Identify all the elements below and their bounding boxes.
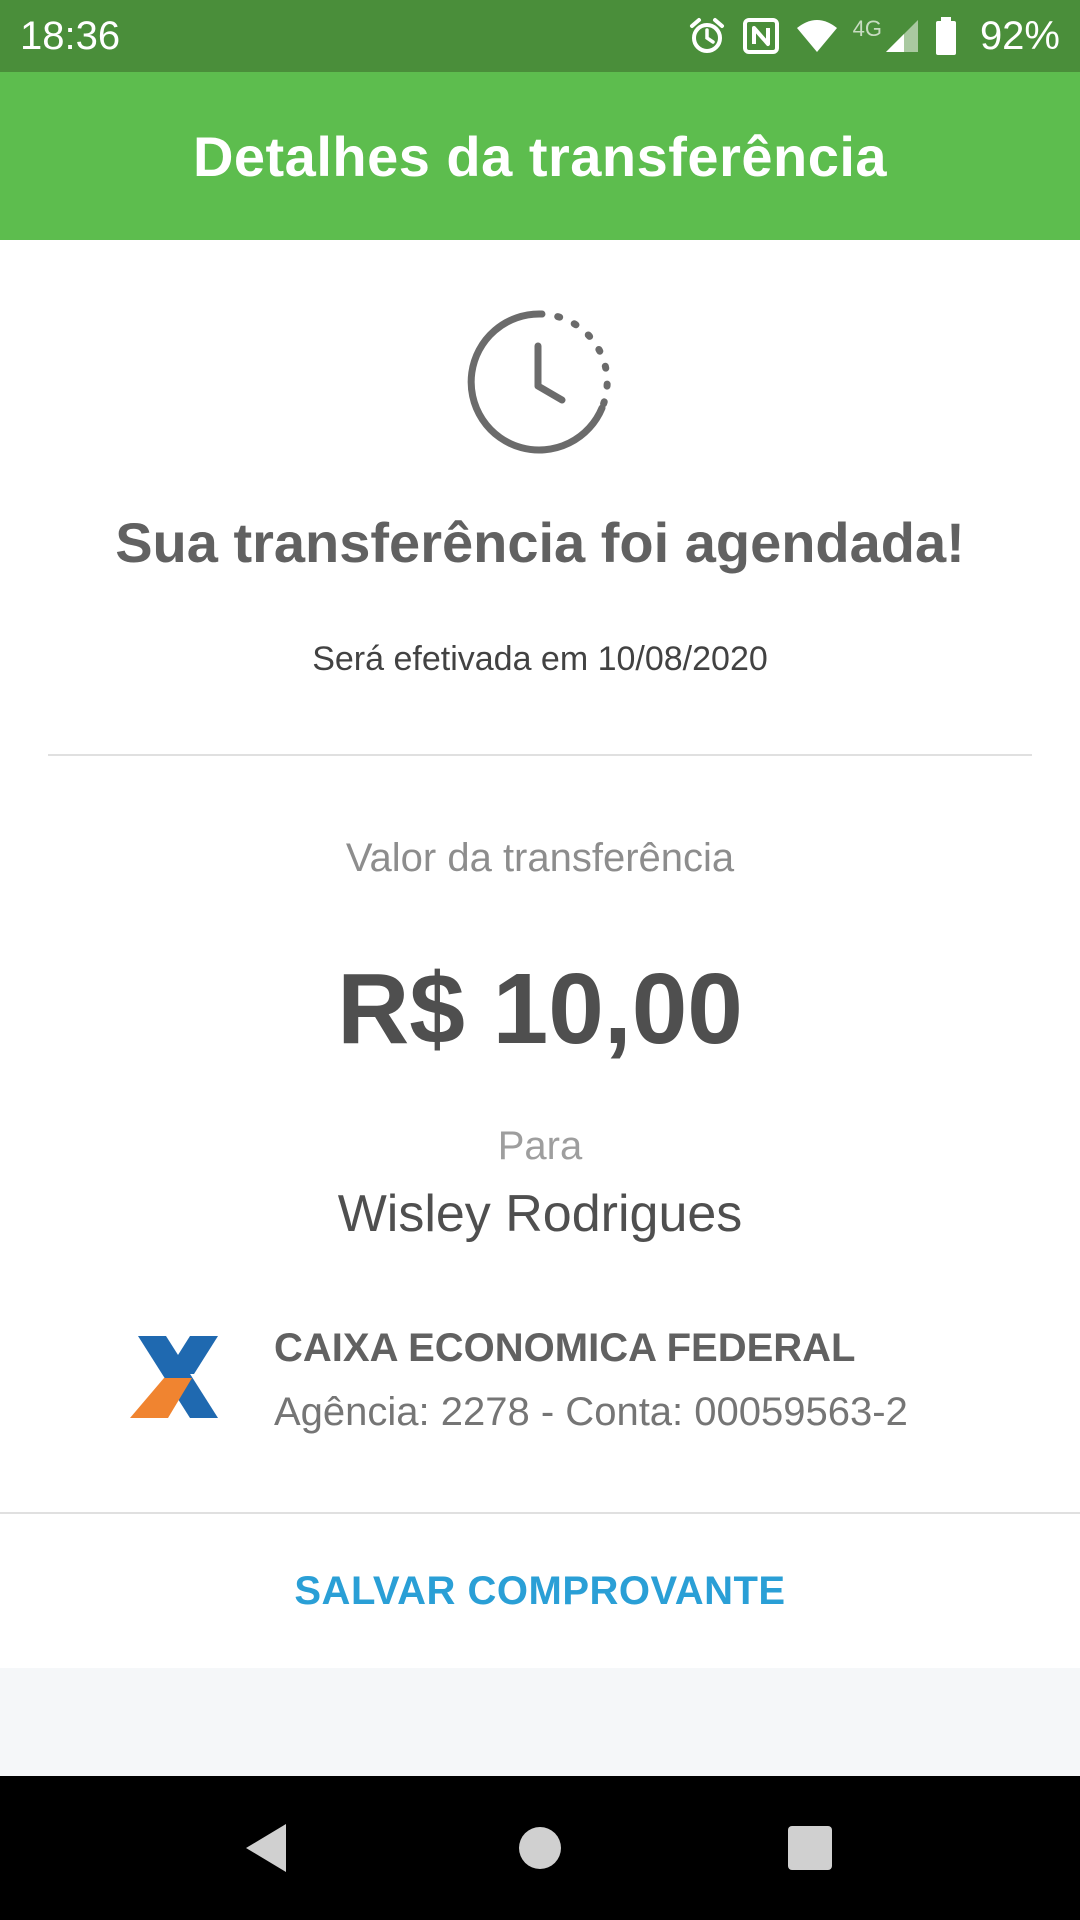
home-icon[interactable] (508, 1816, 572, 1880)
app-bar: Detalhes da transferência (0, 72, 1080, 240)
page-title: Detalhes da transferência (192, 124, 888, 188)
save-receipt-button[interactable]: SALVAR COMPROVANTE (0, 1514, 1080, 1668)
scheduled-date-text: Será efetivada em 10/08/2020 (312, 640, 768, 678)
battery-icon (935, 17, 956, 55)
nfc-icon (742, 18, 779, 54)
divider (48, 754, 1032, 756)
bank-account: Agência: 2278 - Conta: 00059563-2 (274, 1390, 908, 1434)
status-time: 18:36 (20, 13, 121, 58)
network-type: 4G (852, 16, 882, 41)
status-headline: Sua transferência foi agendada! (115, 511, 965, 574)
transfer-details: Sua transferência foi agendada! Será efe… (0, 240, 1080, 1668)
caixa-logo (130, 1336, 218, 1418)
system-nav-bar (0, 1776, 1080, 1920)
clock-icon (467, 310, 611, 454)
recipient-label: Para (497, 1124, 583, 1168)
wifi-icon (796, 20, 837, 52)
back-icon[interactable] (236, 1816, 300, 1880)
battery-percent: 92% (979, 13, 1060, 58)
bank-name: CAIXA ECONOMICA FEDERAL (274, 1326, 856, 1370)
status-icons: 4G 92% (687, 14, 1060, 59)
cell-signal-icon (885, 20, 918, 52)
amount-label: Valor da transferência (345, 836, 735, 880)
status-bar: 18:36 4G 92% (0, 0, 1080, 72)
recipient-name: Wisley Rodrigues (337, 1185, 743, 1243)
amount-value: R$ 10,00 (337, 953, 743, 1065)
alarm-icon (689, 18, 724, 53)
footer-spacer (0, 1668, 1080, 1776)
recents-icon[interactable] (778, 1816, 842, 1880)
